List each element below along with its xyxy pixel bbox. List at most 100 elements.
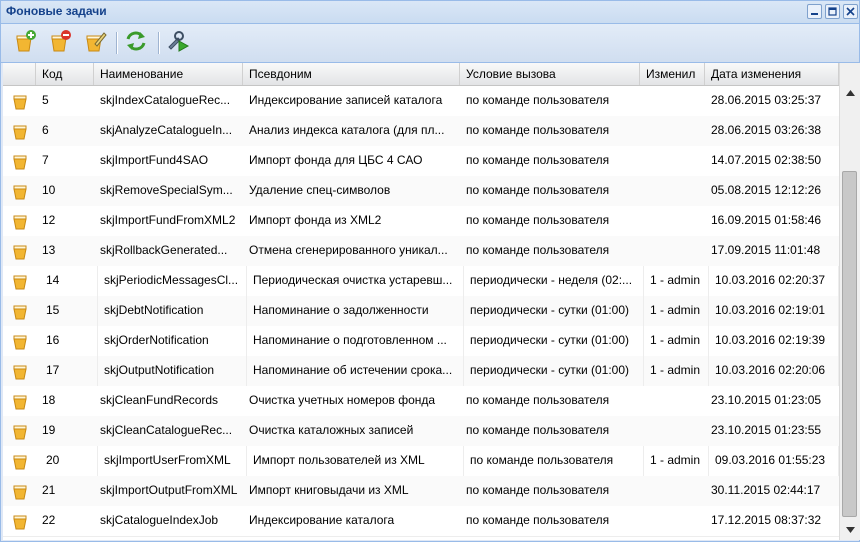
cell-name: skjCleanCatalogueRec... [100,423,233,437]
task-icon [13,124,27,140]
cell-code: 6 [42,123,49,137]
cell-alias: Импорт книговыдачи из XML [249,483,409,497]
table-row[interactable]: 13 skjRollbackGenerated... Отмена сгенерир… [3,236,839,267]
cell-code: 15 [40,296,98,326]
table-row[interactable]: 6 skjAnalyzeCatalogueIn... Анализ индекса … [3,116,839,147]
cell-code: 18 [42,393,56,407]
cell-name: skjOrderNotification [98,326,247,356]
cell-condition: по команде пользователя [466,153,610,167]
run-task-button[interactable] [165,29,191,55]
delete-task-icon [48,29,72,56]
task-icon [13,274,27,290]
cell-date: 14.07.2015 02:38:50 [711,153,822,167]
cell-code: 7 [42,153,49,167]
cell-alias: Импорт фонда из XML2 [249,213,382,227]
refresh-icon [124,29,148,56]
column-header-changed-by[interactable]: Изменил [640,63,705,85]
table-row[interactable]: 12 skjImportFundFromXML2 Импорт фонда из X… [3,206,839,237]
refresh-button[interactable] [123,29,149,55]
cell-changed-by: 1 - admin [644,446,709,476]
cell-name: skjCleanFundRecords [100,393,219,407]
cell-changed-by [640,236,705,266]
cell-condition: по команде пользователя [466,423,610,437]
cell-date: 16.09.2015 01:58:46 [711,213,822,227]
cell-date: 05.08.2015 12:12:26 [711,183,822,197]
cell-code: 22 [42,513,56,527]
cell-code: 17 [40,356,98,386]
cell-alias: Импорт фонда для ЦБС 4 САО [249,153,423,167]
window-titlebar: Фоновые задачи [1,1,859,24]
task-icon [13,394,27,410]
table-row[interactable]: 17 skjOutputNotification Напоминание об ис… [3,356,839,387]
task-icon [13,484,27,500]
cell-alias: Индексирование записей каталога [249,93,443,107]
table-row[interactable]: 19 skjCleanCatalogueRec... Очистка каталож… [3,416,839,447]
table-row[interactable]: 5 skjIndexCatalogueRec... Индексирование з… [3,86,839,117]
cell-alias: Анализ индекса каталога (для пл... [249,123,445,137]
table-row[interactable]: 22 skjCatalogueIndexJob Индексирование кат… [3,506,839,537]
cell-changed-by [640,116,705,146]
table-row[interactable]: 14 skjPeriodicMessagesCl... Периодическая … [3,266,839,297]
task-icon [13,154,27,170]
arrow-down-icon [845,522,855,536]
cell-name: skjImportFund4SAO [100,153,209,167]
cell-code: 21 [42,483,56,497]
column-header-alias[interactable]: Псевдоним [243,63,460,85]
cell-condition: по команде пользователя [466,393,610,407]
column-header-icon[interactable] [3,63,36,85]
cell-alias: Напоминание о подготовленном ... [247,326,464,356]
column-header-condition[interactable]: Условие вызова [460,63,640,85]
task-icon [13,244,27,260]
add-task-button[interactable] [12,29,38,55]
cell-condition: по команде пользователя [466,123,610,137]
task-icon [13,424,27,440]
delete-task-button[interactable] [47,29,73,55]
cell-changed-by [640,506,705,536]
table-row[interactable]: 15 skjDebtNotification Напоминание о задол… [3,296,839,327]
cell-alias: Очистка каталожных записей [249,423,414,437]
scrollbar-thumb[interactable] [842,171,857,517]
cell-alias: Удаление спец-символов [249,183,391,197]
vertical-scrollbar[interactable] [839,63,860,540]
window-title: Фоновые задачи [6,4,107,18]
cell-date: 28.06.2015 03:25:37 [711,93,822,107]
cell-alias: Импорт пользователей из XML [247,446,464,476]
table-row[interactable]: 20 skjImportUserFromXML Импорт пользовател… [3,446,839,477]
cell-name: skjPeriodicMessagesCl... [98,266,247,296]
cell-name: skjRollbackGenerated... [100,243,228,257]
scroll-down-button[interactable] [840,520,860,538]
cell-alias: Напоминание об истечении срока... [247,356,464,386]
task-icon [13,454,27,470]
scroll-up-button[interactable] [840,83,860,101]
toolbar [1,24,859,63]
cell-condition: по команде пользователя [466,213,610,227]
cell-alias: Периодическая очистка устаревш... [247,266,464,296]
edit-task-button[interactable] [82,29,108,55]
task-icon [13,304,27,320]
run-task-icon [166,29,190,56]
grid-header: Код Наименование Псевдоним Условие вызов… [3,63,839,86]
arrow-up-icon [845,85,855,99]
column-header-code[interactable]: Код [36,63,94,85]
column-header-date[interactable]: Дата изменения [705,63,839,85]
cell-condition: периодически - сутки (01:00) [464,296,644,326]
table-row[interactable]: 10 skjRemoveSpecialSym... Удаление спец-си… [3,176,839,207]
cell-name: skjCatalogueIndexJob [100,513,219,527]
minimize-icon [810,7,819,16]
tasks-grid: Код Наименование Псевдоним Условие вызов… [3,63,839,540]
column-header-name[interactable]: Наименование [94,63,243,85]
cell-changed-by [640,176,705,206]
table-row[interactable]: 7 skjImportFund4SAO Импорт фонда для ЦБС 4… [3,146,839,177]
minimize-button[interactable] [807,4,822,19]
cell-date: 30.11.2015 02:44:17 [711,483,821,497]
cell-condition: по команде пользователя [466,513,610,527]
cell-condition: по команде пользователя [466,93,610,107]
task-icon [13,94,27,110]
maximize-button[interactable] [825,4,840,19]
cell-date: 10.03.2016 02:20:06 [709,356,839,386]
close-button[interactable] [843,4,858,19]
cell-date: 28.06.2015 03:26:38 [711,123,822,137]
table-row[interactable]: 18 skjCleanFundRecords Очистка учетных ном… [3,386,839,417]
table-row[interactable]: 21 skjImportOutputFromXML Импорт книговыда… [3,476,839,507]
table-row[interactable]: 16 skjOrderNotification Напоминание о подг… [3,326,839,357]
